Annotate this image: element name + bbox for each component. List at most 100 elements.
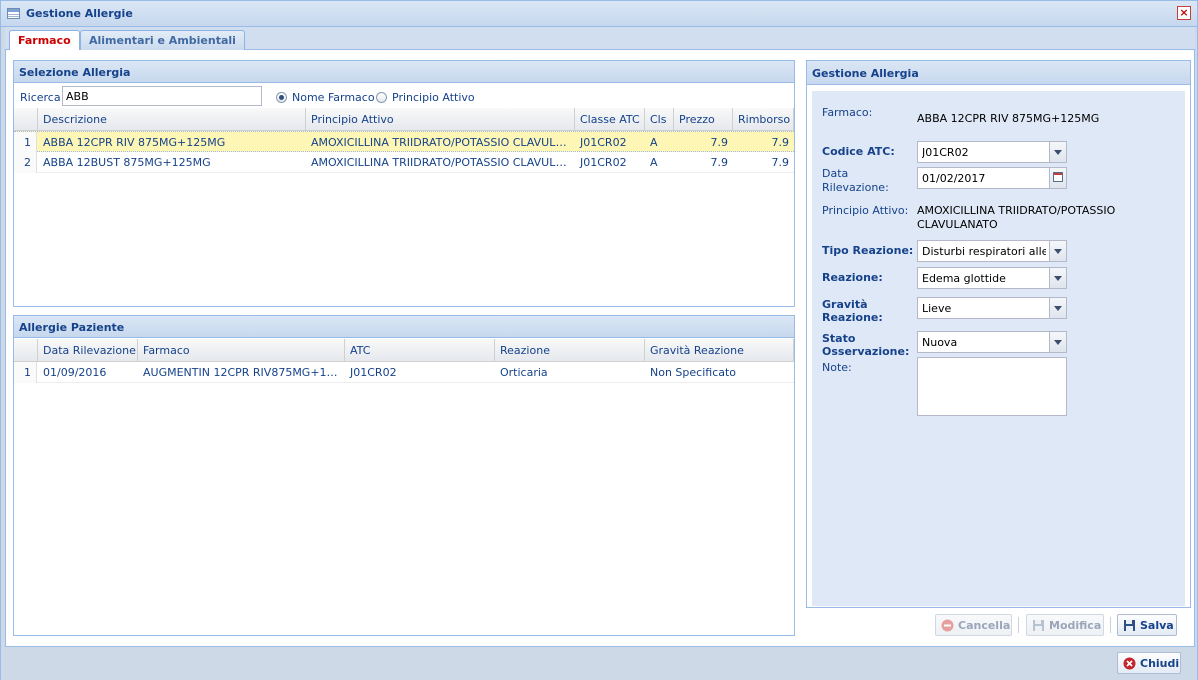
gestione-allergia-panel: Gestione Allergia Farmaco: ABBA 12CPR RI… <box>806 60 1191 608</box>
cell-data-rilevazione: 01/09/2016 <box>43 366 107 379</box>
gravita-label-line1: Gravità <box>822 298 868 311</box>
chiudi-button[interactable]: Chiudi <box>1117 652 1181 674</box>
cancella-label: Cancella <box>958 619 1011 632</box>
col-reazione[interactable]: Reazione <box>495 339 645 362</box>
salva-label: Salva <box>1140 619 1174 632</box>
tipo-reazione-combo[interactable]: Disturbi respiratori allergici <box>917 240 1067 262</box>
stato-osservazione-value: Nuova <box>922 336 958 349</box>
toolbar-separator <box>1018 617 1019 633</box>
salva-button[interactable]: Salva <box>1117 614 1177 636</box>
cancella-button[interactable]: Cancella <box>935 614 1012 636</box>
toolbar-separator <box>1110 617 1111 633</box>
col-rimborso[interactable]: Rimborso <box>733 108 794 131</box>
reazione-label: Reazione: <box>822 271 883 284</box>
note-label: Note: <box>822 361 852 374</box>
farmaco-value: ABBA 12CPR RIV 875MG+125MG <box>917 112 1100 125</box>
codice-atc-combo[interactable]: J01CR02 <box>917 141 1067 163</box>
cell-reazione: Orticaria <box>500 366 548 379</box>
cell-cls: A <box>650 156 658 169</box>
save-disk-icon <box>1033 620 1044 631</box>
close-circle-icon <box>1123 657 1136 670</box>
data-rilevazione-value: 01/02/2017 <box>922 172 986 185</box>
codice-atc-label: Codice ATC: <box>822 145 895 158</box>
col-atc[interactable]: ATC <box>345 339 495 362</box>
selezione-allergia-title: Selezione Allergia <box>14 61 794 83</box>
cell-descrizione: ABBA 12CPR RIV 875MG+125MG <box>43 136 226 149</box>
selezione-grid-header: Descrizione Principio Attivo Classe ATC … <box>14 108 794 131</box>
row-number: 1 <box>14 362 37 383</box>
principio-attivo-label: Principio Attivo: <box>822 204 909 217</box>
table-row[interactable]: 1 01/09/2016 AUGMENTIN 12CPR RIV875MG+12… <box>14 362 794 383</box>
col-farmaco[interactable]: Farmaco <box>138 339 345 362</box>
cancel-icon <box>941 619 954 632</box>
col-cls[interactable]: Cls <box>645 108 674 131</box>
search-input[interactable] <box>62 86 262 106</box>
window-footer: Chiudi <box>1 647 1197 680</box>
principio-attivo-value-line2: CLAVULANATO <box>917 218 998 231</box>
col-descrizione[interactable]: Descrizione <box>38 108 306 131</box>
tab-farmaco[interactable]: Farmaco <box>9 30 80 51</box>
cell-classe-atc: J01CR02 <box>580 156 627 169</box>
cell-prezzo: 7.9 <box>710 136 729 149</box>
cell-prezzo: 7.9 <box>710 156 729 169</box>
table-row[interactable]: 2 ABBA 12BUST 875MG+125MG AMOXICILLINA T… <box>14 152 794 173</box>
cell-atc: J01CR02 <box>350 366 397 379</box>
modifica-label: Modifica <box>1049 619 1102 632</box>
window-titlebar: Gestione Allergie × <box>1 1 1197 27</box>
gestione-allergie-window: Gestione Allergie × Farmaco Alimentari e… <box>0 0 1198 680</box>
chevron-down-icon[interactable] <box>1049 332 1066 352</box>
chevron-down-icon[interactable] <box>1049 268 1066 288</box>
radio-nome-farmaco[interactable] <box>276 92 287 103</box>
stato-label-line1: Stato <box>822 332 856 345</box>
modifica-button[interactable]: Modifica <box>1026 614 1104 636</box>
codice-atc-value: J01CR02 <box>922 146 969 159</box>
farmaco-label: Farmaco: <box>822 106 873 119</box>
data-rilevazione-field[interactable]: 01/02/2017 <box>917 167 1067 189</box>
row-number: 2 <box>14 152 37 173</box>
note-textarea[interactable] <box>917 357 1067 416</box>
allergie-paziente-panel: Allergie Paziente Data Rilevazione Farma… <box>13 315 795 636</box>
save-disk-icon <box>1124 620 1135 631</box>
cell-rimborso: 7.9 <box>771 156 790 169</box>
gravita-reazione-combo[interactable]: Lieve <box>917 297 1067 319</box>
cell-principio-attivo: AMOXICILLINA TRIIDRATO/POTASSIO CLAVULAN… <box>311 136 575 149</box>
cell-cls: A <box>650 136 658 149</box>
radio-principio-attivo[interactable] <box>376 92 387 103</box>
selezione-allergia-panel: Selezione Allergia Ricerca Nome Farmaco … <box>13 60 795 307</box>
ricerca-label: Ricerca <box>20 91 61 104</box>
row-number: 1 <box>14 132 37 153</box>
chevron-down-icon[interactable] <box>1049 142 1066 162</box>
principio-attivo-value-line1: AMOXICILLINA TRIIDRATO/POTASSIO <box>917 204 1116 217</box>
stato-osservazione-combo[interactable]: Nuova <box>917 331 1067 353</box>
chevron-down-icon[interactable] <box>1049 241 1066 261</box>
tab-content: Selezione Allergia Ricerca Nome Farmaco … <box>5 50 1195 647</box>
rownum-header <box>14 339 38 362</box>
tab-strip: Farmaco Alimentari e Ambientali <box>5 27 1195 51</box>
chevron-down-icon[interactable] <box>1049 298 1066 318</box>
col-prezzo[interactable]: Prezzo <box>674 108 733 131</box>
chiudi-label: Chiudi <box>1140 657 1180 670</box>
cell-gravita-reazione: Non Specificato <box>650 366 737 379</box>
cell-principio-attivo: AMOXICILLINA TRIIDRATO/POTASSIO CLAVULAN… <box>311 156 575 169</box>
tab-alimentari-ambientali[interactable]: Alimentari e Ambientali <box>80 30 245 50</box>
rownum-header <box>14 108 38 131</box>
allergie-paziente-title: Allergie Paziente <box>14 316 794 338</box>
window-title: Gestione Allergie <box>26 7 133 20</box>
col-data-rilevazione[interactable]: Data Rilevazione <box>38 339 138 362</box>
calendar-icon[interactable] <box>1049 168 1066 188</box>
col-gravita-reazione[interactable]: Gravità Reazione <box>645 339 794 362</box>
close-icon[interactable]: × <box>1177 6 1191 20</box>
paziente-grid-header: Data Rilevazione Farmaco ATC Reazione Gr… <box>14 339 794 362</box>
data-label-line2: Rilevazione: <box>822 181 889 194</box>
col-principio-attivo[interactable]: Principio Attivo <box>306 108 575 131</box>
reazione-combo[interactable]: Edema glottide <box>917 267 1067 289</box>
cell-descrizione: ABBA 12BUST 875MG+125MG <box>43 156 211 169</box>
tipo-reazione-label: Tipo Reazione: <box>822 244 914 257</box>
table-row[interactable]: 1 ABBA 12CPR RIV 875MG+125MG AMOXICILLIN… <box>14 131 794 153</box>
col-classe-atc[interactable]: Classe ATC <box>575 108 645 131</box>
radio-nome-farmaco-label: Nome Farmaco <box>292 91 375 104</box>
cell-classe-atc: J01CR02 <box>580 136 627 149</box>
reazione-value: Edema glottide <box>922 272 1006 285</box>
gravita-reazione-value: Lieve <box>922 302 952 315</box>
gravita-label-line2: Reazione: <box>822 311 883 324</box>
